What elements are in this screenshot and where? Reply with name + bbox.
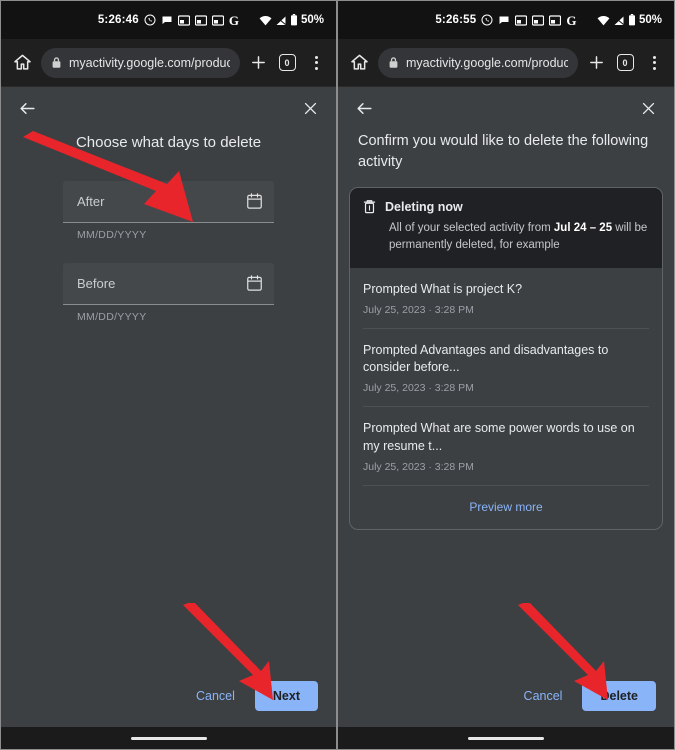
chat-bubble-icon xyxy=(498,14,510,26)
deleting-now-banner: Deleting now All of your selected activi… xyxy=(350,188,662,268)
signal-icon xyxy=(613,15,625,26)
activity-timestamp: July 25, 2023 · 3:28 PM xyxy=(363,382,474,395)
plus-icon[interactable] xyxy=(247,52,269,74)
chat-bubble-icon xyxy=(161,14,173,26)
home-icon[interactable] xyxy=(347,51,371,75)
after-field-helper: MM/DD/YYYY xyxy=(77,228,147,241)
plus-icon[interactable] xyxy=(585,52,607,74)
activity-title: Prompted What is project K? xyxy=(363,281,523,296)
status-bar-left: 5:26:55 G xyxy=(435,14,576,27)
tab-count-label: 0 xyxy=(616,54,634,71)
whatsapp-icon xyxy=(481,14,493,26)
status-bar-right: 50% xyxy=(259,1,324,39)
banner-body: All of your selected activity from Jul 2… xyxy=(363,214,649,255)
system-nav-bar xyxy=(1,727,336,749)
calendar-icon[interactable] xyxy=(247,275,262,291)
wifi-icon xyxy=(259,15,272,26)
after-field-wrap: After MM/DD/YYYY xyxy=(63,180,274,241)
battery-percent: 50% xyxy=(300,14,324,26)
battery-icon xyxy=(290,14,298,26)
before-field-helper: MM/DD/YYYY xyxy=(77,310,147,323)
screenshot-icon xyxy=(515,14,528,26)
tab-counter-button[interactable]: 0 xyxy=(614,52,636,74)
trash-icon xyxy=(363,199,376,214)
list-item[interactable]: Prompted What are some power words to us… xyxy=(363,407,649,486)
nav-gesture-pill[interactable] xyxy=(130,736,207,740)
activity-timestamp: July 25, 2023 · 3:28 PM xyxy=(363,460,474,473)
screenshot-icon xyxy=(194,14,207,26)
date-fields: After MM/DD/YYYY Before MM/DD/YYYY xyxy=(1,153,336,323)
banner-date-range: Jul 24 – 25 xyxy=(553,222,613,235)
whatsapp-icon xyxy=(144,14,156,26)
screenshot-icon xyxy=(549,14,562,26)
banner-heading-row: Deleting now xyxy=(363,199,649,214)
cancel-button[interactable]: Cancel xyxy=(512,681,575,711)
home-icon[interactable] xyxy=(10,51,34,75)
lock-icon xyxy=(51,56,62,69)
page-content-left: Choose what days to delete After MM/DD/Y… xyxy=(1,87,336,729)
activity-timestamp: July 25, 2023 · 3:28 PM xyxy=(363,303,474,316)
page-content-right: Confirm you would like to delete the fol… xyxy=(338,87,674,729)
screenshot-icon xyxy=(177,14,190,26)
banner-body-prefix: All of your selected activity from xyxy=(389,222,554,235)
activity-title: Prompted What are some power words to us… xyxy=(363,421,635,453)
before-field-wrap: Before MM/DD/YYYY xyxy=(63,262,274,323)
status-bar-right: 50% xyxy=(597,1,662,39)
status-bar: 5:26:55 G 50% xyxy=(338,1,674,39)
list-item[interactable]: Prompted Advantages and disadvantages to… xyxy=(363,329,649,408)
dialog-footer: Cancel Next xyxy=(1,673,336,729)
after-field[interactable]: After xyxy=(63,180,274,223)
browser-toolbar: myactivity.google.com/product 0 xyxy=(338,39,674,87)
dialog-footer: Cancel Delete xyxy=(338,673,674,729)
dialog-topbar xyxy=(338,87,674,129)
activity-list: Prompted What is project K? July 25, 202… xyxy=(350,268,662,529)
address-bar[interactable]: myactivity.google.com/product xyxy=(41,47,240,78)
banner-heading: Deleting now xyxy=(385,199,463,214)
phone-screenshot-right: 5:26:55 G 50% myactivity.google.com/prod… xyxy=(337,0,675,750)
before-field-label: Before xyxy=(77,275,116,291)
delete-button[interactable]: Delete xyxy=(582,681,656,711)
google-g-icon: G xyxy=(228,12,240,28)
preview-more-link[interactable]: Preview more xyxy=(363,486,649,529)
tab-count-label: 0 xyxy=(278,54,296,71)
status-time: 5:26:55 xyxy=(435,14,477,26)
overflow-menu-icon[interactable] xyxy=(305,52,327,74)
battery-icon xyxy=(628,14,636,26)
list-item[interactable]: Prompted What is project K? July 25, 202… xyxy=(363,268,649,329)
tab-counter-button[interactable]: 0 xyxy=(276,52,298,74)
after-field-label: After xyxy=(77,193,105,209)
screenshot-stage: 5:26:46 G 50% myactivity.google.com/prod… xyxy=(0,0,675,750)
dialog-topbar xyxy=(1,87,336,129)
screenshot-icon xyxy=(532,14,545,26)
calendar-icon[interactable] xyxy=(247,193,262,209)
nav-gesture-pill[interactable] xyxy=(468,736,544,740)
page-title: Choose what days to delete xyxy=(75,134,262,151)
status-bar: 5:26:46 G 50% xyxy=(1,1,336,39)
close-icon[interactable] xyxy=(298,96,322,120)
google-g-icon: G xyxy=(566,12,577,28)
cancel-button[interactable]: Cancel xyxy=(184,681,247,711)
system-nav-bar xyxy=(338,727,674,749)
address-bar[interactable]: myactivity.google.com/product xyxy=(378,47,578,78)
status-time: 5:26:46 xyxy=(97,14,139,26)
phone-screenshot-left: 5:26:46 G 50% myactivity.google.com/prod… xyxy=(0,0,337,750)
activity-title: Prompted Advantages and disadvantages to… xyxy=(363,342,609,375)
before-field[interactable]: Before xyxy=(63,262,274,305)
back-arrow-icon[interactable] xyxy=(352,96,376,120)
wifi-icon xyxy=(597,15,610,26)
next-button[interactable]: Next xyxy=(254,681,318,711)
close-icon[interactable] xyxy=(636,96,660,120)
browser-toolbar: myactivity.google.com/product 0 xyxy=(1,39,336,87)
url-text: myactivity.google.com/product xyxy=(69,55,230,70)
screenshot-icon xyxy=(211,14,224,26)
signal-icon xyxy=(275,15,287,26)
activity-preview-card: Deleting now All of your selected activi… xyxy=(349,187,663,530)
overflow-menu-icon[interactable] xyxy=(643,52,665,74)
page-title: Confirm you would like to delete the fol… xyxy=(358,133,649,171)
battery-percent: 50% xyxy=(638,14,662,26)
status-bar-left: 5:26:46 G xyxy=(98,14,239,27)
lock-icon xyxy=(388,56,399,69)
back-arrow-icon[interactable] xyxy=(15,96,39,120)
url-text: myactivity.google.com/product xyxy=(406,55,568,70)
